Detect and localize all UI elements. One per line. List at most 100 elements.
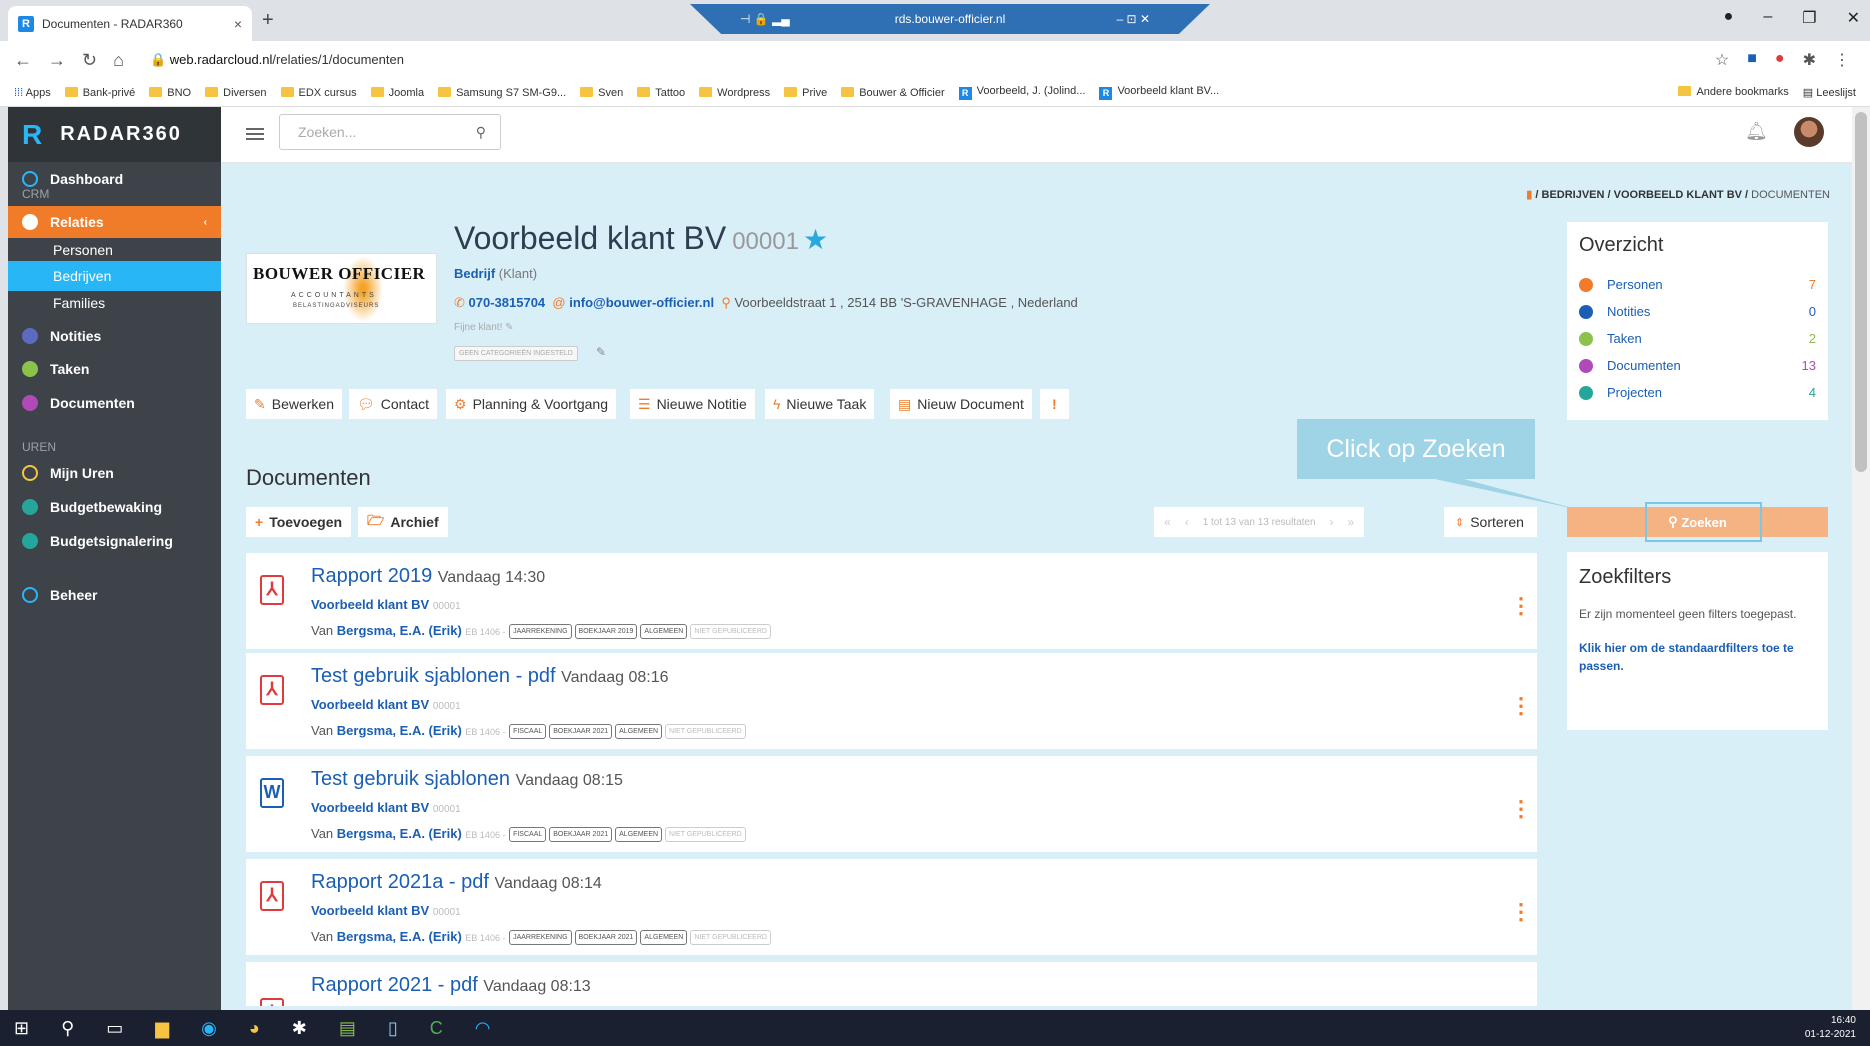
adblock-icon[interactable]: ● bbox=[1775, 50, 1785, 70]
email-link[interactable]: info@bouwer-officier.nl bbox=[569, 295, 714, 310]
document-row[interactable]: ⅄ Test gebruik sjablonen - pdf Vandaag 0… bbox=[246, 653, 1537, 753]
document-author[interactable]: Bergsma, E.A. (Erik) bbox=[337, 826, 462, 841]
document-company[interactable]: Voorbeeld klant BV bbox=[311, 597, 429, 612]
app-c-icon[interactable]: C bbox=[430, 1018, 443, 1039]
minimize-icon[interactable]: – bbox=[1763, 8, 1772, 28]
reload-icon[interactable]: ↻ bbox=[82, 50, 97, 71]
document-title[interactable]: Rapport 2019 bbox=[311, 565, 432, 587]
bookmark-item[interactable]: Wordpress bbox=[699, 86, 770, 99]
hamburger-menu-icon[interactable] bbox=[246, 128, 264, 140]
avatar[interactable] bbox=[1794, 117, 1824, 147]
bookmark-item[interactable]: R Voorbeeld klant BV... bbox=[1099, 85, 1219, 100]
sidebar-item-budgetbewaking[interactable]: Budgetbewaking bbox=[8, 491, 221, 523]
first-page-icon[interactable]: « bbox=[1164, 515, 1171, 529]
back-icon[interactable]: ← bbox=[14, 50, 32, 71]
document-author[interactable]: Bergsma, E.A. (Erik) bbox=[337, 929, 462, 944]
sidebar-item-notities[interactable]: Notities bbox=[8, 320, 221, 352]
bookmark-item[interactable]: Sven bbox=[580, 86, 623, 99]
row-menu-icon[interactable]: ⋮ bbox=[1510, 593, 1532, 619]
sidebar-item-beheer[interactable]: Beheer bbox=[8, 579, 221, 611]
sidebar-item-bedrijven[interactable]: Bedrijven bbox=[8, 261, 221, 291]
sidebar-item-documenten[interactable]: Documenten bbox=[8, 387, 221, 419]
app-icon[interactable]: ✱ bbox=[292, 1018, 307, 1039]
company-note[interactable]: Fijne klant! ✎ bbox=[454, 322, 514, 333]
crumb-klant[interactable]: VOORBEELD KLANT BV bbox=[1614, 189, 1742, 201]
next-page-icon[interactable]: › bbox=[1330, 515, 1334, 529]
overview-row-projecten[interactable]: Projecten 4 bbox=[1579, 379, 1816, 406]
add-button[interactable]: + Toevoegen bbox=[246, 507, 352, 537]
reading-list[interactable]: ▤ Leeslijst bbox=[1803, 86, 1856, 99]
bookmark-item[interactable]: Joomla bbox=[370, 86, 424, 99]
menu-dots-icon[interactable]: ⋮ bbox=[1834, 50, 1850, 70]
sidebar-item-relaties[interactable]: Relaties ‹ bbox=[8, 206, 221, 238]
home-icon[interactable]: ⌂ bbox=[113, 50, 124, 71]
document-row[interactable]: ⅄ Rapport 2021 - pdf Vandaag 08:13 bbox=[246, 962, 1537, 1010]
edit-button[interactable]: ✎ Bewerken bbox=[246, 389, 342, 419]
document-icon[interactable]: ▯ bbox=[388, 1018, 398, 1039]
scrollbar-thumb[interactable] bbox=[1855, 112, 1867, 472]
prev-page-icon[interactable]: ‹ bbox=[1185, 515, 1189, 529]
bell-icon[interactable]: 🔔︎ bbox=[1745, 121, 1768, 142]
close-tab-icon[interactable]: × bbox=[234, 16, 242, 32]
other-bookmarks[interactable]: Andere bookmarks bbox=[1678, 86, 1789, 99]
overview-row-personen[interactable]: Personen 7 bbox=[1579, 271, 1816, 298]
bookmark-item[interactable]: BNO bbox=[149, 86, 191, 99]
overview-row-taken[interactable]: Taken 2 bbox=[1579, 325, 1816, 352]
pencil-icon[interactable]: ✎ bbox=[505, 322, 513, 333]
bookmark-star-icon[interactable]: ☆ bbox=[1715, 50, 1729, 70]
new-tab-icon[interactable]: + bbox=[262, 9, 274, 32]
extension-icon[interactable]: ■ bbox=[1747, 50, 1757, 70]
chrome-icon[interactable]: ◕ bbox=[249, 1018, 260, 1039]
bookmark-item[interactable]: Bouwer & Officier bbox=[841, 86, 945, 99]
document-author[interactable]: Bergsma, E.A. (Erik) bbox=[337, 723, 462, 738]
document-title[interactable]: Rapport 2021 - pdf bbox=[311, 974, 478, 996]
restore-icon[interactable]: ❐ bbox=[1802, 8, 1816, 28]
document-row[interactable]: ⅄ Rapport 2021a - pdf Vandaag 08:14 Voor… bbox=[246, 859, 1537, 959]
search-icon[interactable]: ⚲ bbox=[61, 1018, 74, 1039]
row-menu-icon[interactable]: ⋮ bbox=[1510, 693, 1532, 719]
document-title[interactable]: Test gebruik sjablonen - pdf bbox=[311, 665, 556, 687]
windows-start-icon[interactable]: ⊞ bbox=[14, 1018, 29, 1039]
bookmark-item[interactable]: Prive bbox=[784, 86, 827, 99]
sidebar-item-mijn-uren[interactable]: Mijn Uren bbox=[8, 457, 221, 489]
system-tray[interactable]: 16:40 01-12-2021 bbox=[1805, 1014, 1856, 1042]
archive-button[interactable]: 🗁︎ Archief bbox=[358, 507, 448, 537]
close-window-icon[interactable]: ✕ bbox=[1847, 8, 1860, 28]
phone-link[interactable]: 070-3815704 bbox=[469, 295, 546, 310]
edit-categories-icon[interactable]: ✎ bbox=[596, 345, 606, 359]
contact-button[interactable]: 💬︎ Contact bbox=[349, 389, 438, 419]
document-title[interactable]: Test gebruik sjablonen bbox=[311, 768, 510, 790]
bookmark-item[interactable]: Bank-privé bbox=[64, 86, 135, 99]
new-note-button[interactable]: ☰ Nieuwe Notitie bbox=[630, 389, 755, 419]
apply-default-filters-link[interactable]: Klik hier om de standaardfilters toe te … bbox=[1579, 639, 1816, 675]
crumb-bedrijven[interactable]: BEDRIJVEN bbox=[1542, 189, 1605, 201]
wifi-icon[interactable]: ◠ bbox=[475, 1018, 491, 1039]
star-icon[interactable]: ★ bbox=[803, 224, 828, 255]
bookmark-item[interactable]: Tattoo bbox=[637, 86, 685, 99]
new-task-button[interactable]: ϟ Nieuwe Taak bbox=[765, 389, 875, 419]
profile-icon[interactable]: ● bbox=[1724, 8, 1734, 28]
document-author[interactable]: Bergsma, E.A. (Erik) bbox=[337, 623, 462, 638]
bookmark-item[interactable]: Samsung S7 SM-G9... bbox=[438, 86, 566, 99]
bookmark-item[interactable]: Diversen bbox=[205, 86, 267, 99]
planning-button[interactable]: ⚙ Planning & Voortgang bbox=[446, 389, 617, 419]
forward-icon[interactable]: → bbox=[48, 50, 66, 71]
window-controls[interactable]: ● – ❐ ✕ bbox=[1724, 8, 1860, 28]
row-menu-icon[interactable]: ⋮ bbox=[1510, 796, 1532, 822]
bookmark-item[interactable]: R Voorbeeld, J. (Jolind... bbox=[958, 85, 1085, 100]
search-input[interactable]: Zoeken... ⚲ bbox=[279, 114, 501, 150]
sidebar-item-families[interactable]: Families bbox=[8, 288, 221, 318]
file-explorer-icon[interactable]: ▆ bbox=[155, 1018, 169, 1039]
extension-icons[interactable]: ☆ ■ ● ✱ ⋮ bbox=[1715, 50, 1850, 70]
row-menu-icon[interactable]: ⋮ bbox=[1510, 899, 1532, 925]
notepad-icon[interactable]: ▤ bbox=[339, 1018, 356, 1039]
document-row[interactable]: ⅄ Rapport 2019 Vandaag 14:30 Voorbeeld k… bbox=[246, 553, 1537, 653]
browser-tab[interactable]: R Documenten - RADAR360 × bbox=[8, 6, 252, 41]
sidebar-item-budgetsignalering[interactable]: Budgetsignalering bbox=[8, 525, 221, 557]
new-document-button[interactable]: ▤ Nieuw Document bbox=[890, 389, 1032, 419]
more-actions-button[interactable]: ! bbox=[1040, 389, 1069, 419]
home-icon[interactable]: ▮ bbox=[1526, 189, 1532, 201]
document-company[interactable]: Voorbeeld klant BV bbox=[311, 903, 429, 918]
bookmark-apps[interactable]: ⁞⁞⁞ Apps bbox=[14, 87, 51, 99]
remote-window-controls[interactable]: – ⊡ ✕ bbox=[1117, 12, 1150, 26]
